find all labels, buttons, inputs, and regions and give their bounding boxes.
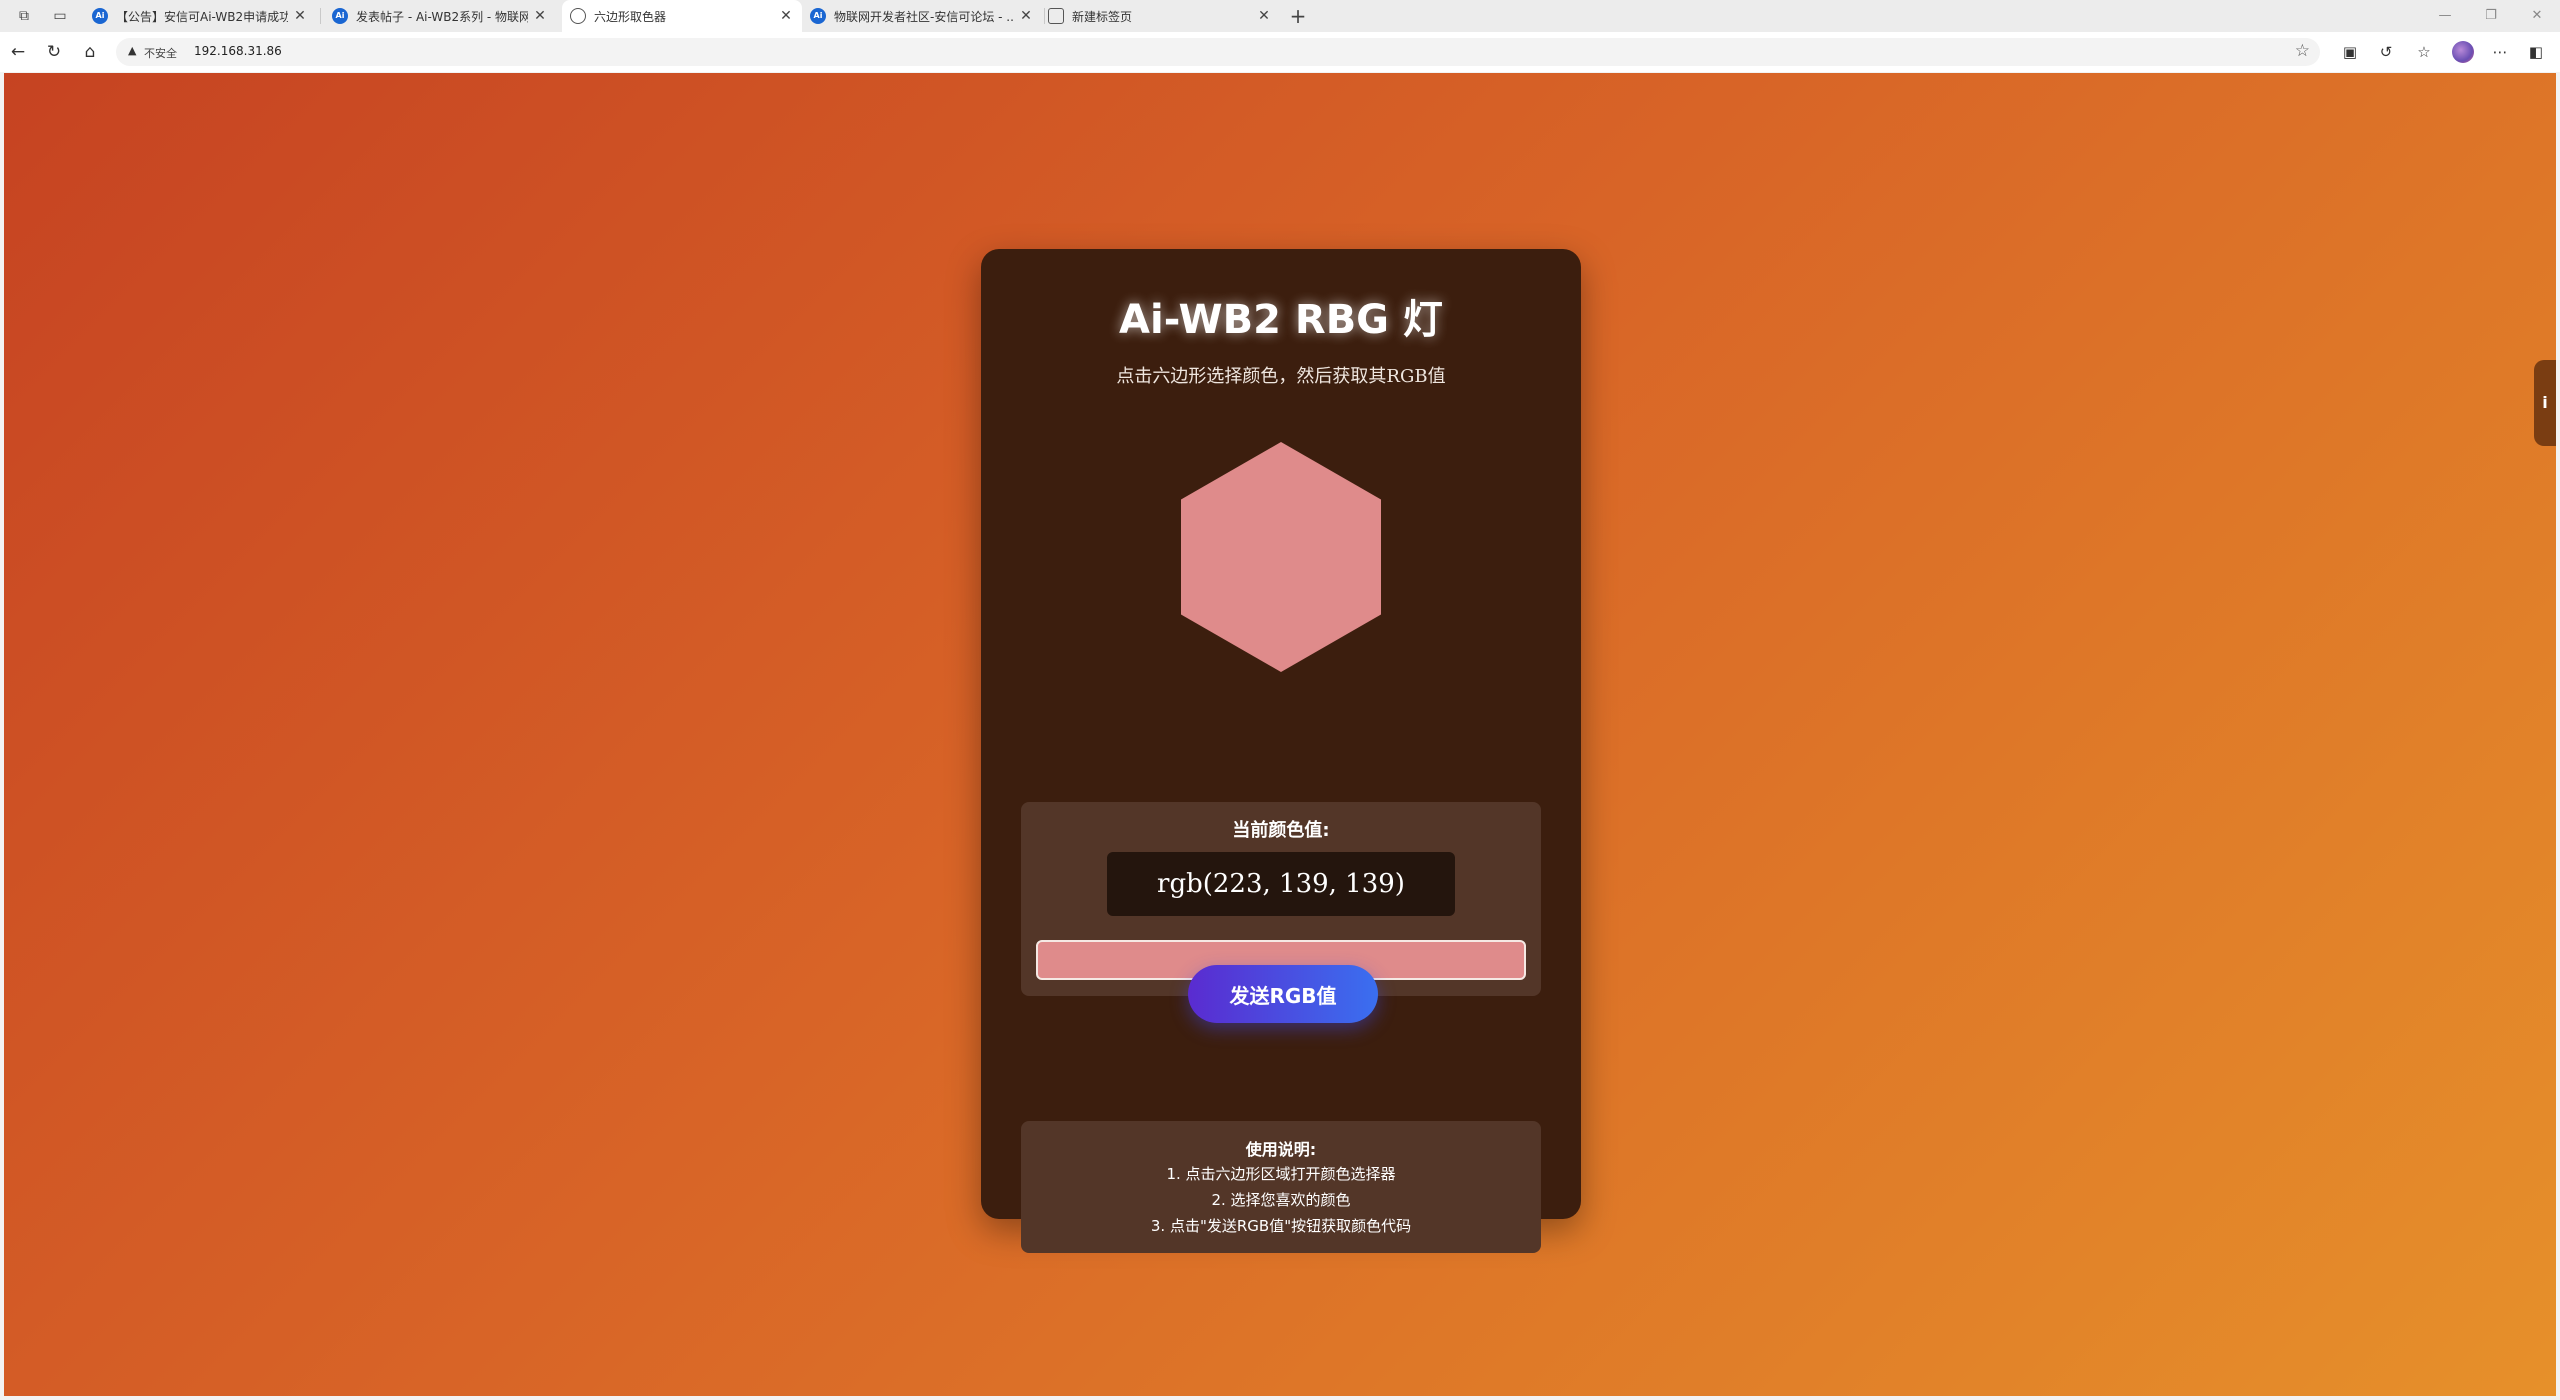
send-rgb-button[interactable]: 发送RGB值 [1188, 965, 1378, 1023]
navigation-bar: ← ↻ ⌂ ▲ 不安全 192.168.31.86 ☆ ▣ ↺ ☆ ⋯ ◧ [0, 32, 2560, 72]
ai-thinker-favicon: Ai [92, 8, 108, 24]
warning-icon[interactable]: ▲ [128, 44, 136, 57]
tab-bar: ⧉ ▭ Ai 【公告】安信可Ai-WB2申请成功... ✕ Ai 发表帖子 - … [0, 0, 2560, 32]
address-bar[interactable]: ▲ 不安全 192.168.31.86 ☆ [116, 38, 2320, 66]
back-icon[interactable]: ← [6, 40, 30, 64]
info-icon[interactable]: i [2534, 360, 2556, 446]
tab-title: 物联网开发者社区-安信可论坛 - ... [834, 9, 1014, 24]
new-tab-button[interactable]: + [1286, 4, 1310, 28]
tab-title: 新建标签页 [1072, 9, 1133, 24]
sidebar-toggle-icon[interactable]: ◧ [2524, 40, 2548, 64]
ai-thinker-favicon: Ai [810, 8, 826, 24]
close-icon[interactable]: ✕ [1256, 8, 1272, 24]
favorite-star-icon[interactable]: ☆ [2295, 41, 2310, 61]
tab-5[interactable]: . 新建标签页 ✕ [1040, 0, 1280, 32]
instruction-step: 3. 点击"发送RGB值"按钮获取颜色代码 [1150, 1217, 1412, 1235]
security-label[interactable]: 不安全 [144, 45, 177, 61]
window-close-button[interactable]: ✕ [2514, 0, 2560, 32]
page-viewport: i Ai-WB2 RBG 灯 点击六边形选择颜色，然后获取其RGB值 当前颜色值… [4, 73, 2556, 1396]
more-menu-icon[interactable]: ⋯ [2488, 40, 2512, 64]
close-icon[interactable]: ✕ [1018, 8, 1034, 24]
tab-3-active[interactable]: . 六边形取色器 ✕ [562, 0, 802, 32]
tab-4[interactable]: Ai 物联网开发者社区-安信可论坛 - ... ✕ [802, 0, 1042, 32]
page-subtitle: 点击六边形选择颜色，然后获取其RGB值 [1116, 366, 1446, 387]
restore-button[interactable]: ❐ [2468, 0, 2514, 32]
home-icon[interactable]: ⌂ [78, 40, 102, 64]
favorites-icon[interactable]: ☆ [2412, 40, 2436, 64]
close-icon[interactable]: ✕ [532, 8, 548, 24]
minimize-button[interactable]: — [2422, 0, 2468, 32]
instruction-step: 2. 选择您喜欢的颜色 [1211, 1191, 1351, 1209]
refresh-icon[interactable]: ↻ [42, 40, 66, 64]
tab-title: 【公告】安信可Ai-WB2申请成功... [116, 9, 288, 24]
close-icon[interactable]: ✕ [778, 8, 794, 24]
extension-icon[interactable]: ▣ [2338, 40, 2362, 64]
vertical-tabs-icon[interactable]: ▭ [48, 4, 72, 28]
browser-essentials-icon[interactable]: ↺ [2374, 40, 2398, 64]
instruction-step: 1. 点击六边形区域打开颜色选择器 [1166, 1165, 1396, 1183]
new-tab-page-icon: . [1048, 8, 1064, 24]
tab-divider [320, 8, 321, 24]
tab-title: 发表帖子 - Ai-WB2系列 - 物联网... [356, 9, 528, 24]
url-text[interactable]: 192.168.31.86 [194, 44, 282, 58]
ai-thinker-favicon: Ai [332, 8, 348, 24]
page-title: Ai-WB2 RBG 灯 [1119, 297, 1443, 343]
instructions-panel: 使用说明: 1. 点击六边形区域打开颜色选择器 2. 选择您喜欢的颜色 3. 点… [1021, 1121, 1541, 1253]
tab-title: 六边形取色器 [594, 9, 667, 24]
rgb-value-display: rgb(223, 139, 139) [1107, 852, 1455, 916]
workspaces-icon[interactable]: ⧉ [12, 4, 36, 28]
tab-1[interactable]: Ai 【公告】安信可Ai-WB2申请成功... ✕ [84, 0, 316, 32]
close-icon[interactable]: ✕ [292, 8, 308, 24]
profile-avatar[interactable] [2452, 41, 2474, 63]
tab-2[interactable]: Ai 发表帖子 - Ai-WB2系列 - 物联网... ✕ [324, 0, 556, 32]
globe-icon: . [570, 8, 586, 24]
instructions-title: 使用说明: [1245, 1140, 1317, 1159]
current-color-label: 当前颜色值: [1232, 820, 1330, 841]
hexagon-color-picker[interactable] [1181, 442, 1381, 672]
color-picker-card: Ai-WB2 RBG 灯 点击六边形选择颜色，然后获取其RGB值 当前颜色值: … [981, 249, 1581, 1253]
